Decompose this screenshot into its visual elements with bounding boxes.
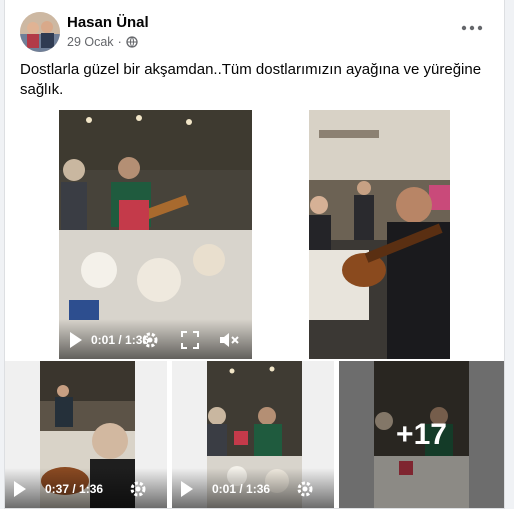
video-thumbnail-4[interactable]: 0:01 / 1:36 (172, 361, 334, 508)
author-name[interactable]: Hasan Ünal (67, 14, 149, 31)
meta-separator: · (117, 35, 122, 49)
video-thumbnail-1[interactable]: 0:01 / 1:36 (59, 110, 252, 359)
video-thumbnail-5[interactable]: +17 (339, 361, 504, 508)
play-icon[interactable] (180, 480, 194, 498)
play-icon[interactable] (13, 480, 27, 498)
globe-icon (126, 36, 138, 48)
video-controls: 0:01 / 1:36 (172, 468, 334, 508)
video-thumbnail-2[interactable] (309, 110, 450, 359)
post-meta: 29 Ocak · (67, 35, 138, 49)
more-media-overlay[interactable]: +17 (339, 361, 504, 508)
settings-icon[interactable] (129, 480, 147, 498)
mute-icon[interactable] (219, 331, 239, 349)
more-options-icon[interactable] (460, 22, 484, 34)
post-date[interactable]: 29 Ocak (67, 35, 114, 49)
settings-icon[interactable] (141, 331, 159, 349)
video-thumbnail-3[interactable]: 0:37 / 1:36 (5, 361, 167, 508)
video-time: 0:37 / 1:36 (45, 482, 104, 496)
video-controls: 0:37 / 1:36 (5, 468, 167, 508)
post-card: Hasan Ünal 29 Ocak · Dostlarla güzel bir… (4, 0, 505, 509)
video-time: 0:01 / 1:36 (212, 482, 271, 496)
fullscreen-icon[interactable] (181, 331, 199, 349)
video-controls: 0:01 / 1:36 (59, 319, 252, 359)
post-caption: Dostlarla güzel bir akşamdan..Tüm dostla… (20, 61, 482, 98)
video-frame-2 (309, 110, 450, 359)
play-icon[interactable] (69, 331, 83, 349)
settings-icon[interactable] (296, 480, 314, 498)
author-avatar[interactable] (20, 12, 60, 52)
